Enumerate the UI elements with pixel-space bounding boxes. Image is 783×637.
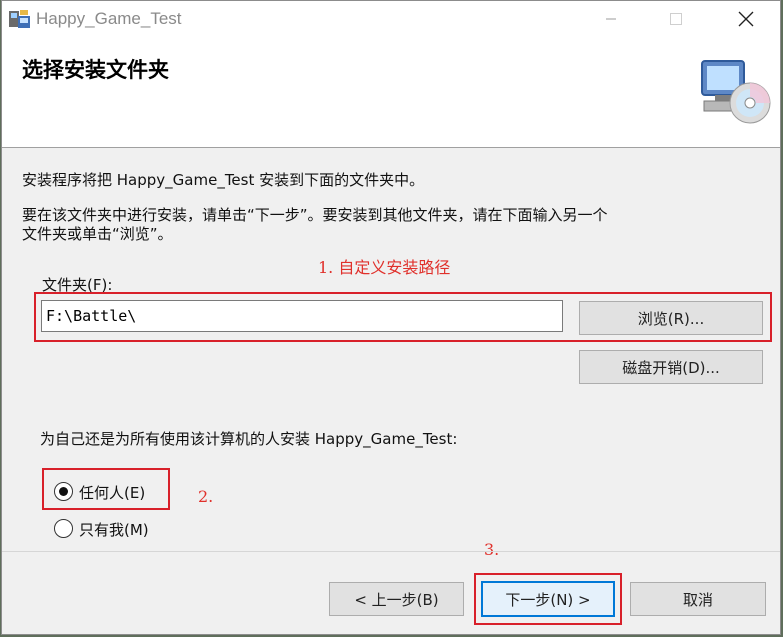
close-window-button[interactable] [723,1,769,37]
next-button[interactable]: 下一步(N) > [481,581,615,617]
intro-text-line1: 安装程序将把 Happy_Game_Test 安装到下面的文件夹中。 [22,171,425,189]
folder-path-input[interactable] [41,300,563,332]
maximize-icon [670,13,682,25]
installer-window: Happy_Game_Test 选择安装文件夹 安装程序将把 Happy_Gam… [1,0,781,635]
radio-everyone-label[interactable]: 任何人(E) [79,482,145,503]
page-title: 选择安装文件夹 [22,58,169,82]
radio-everyone[interactable] [54,482,73,501]
browse-button[interactable]: 浏览(R)... [579,301,763,335]
radio-only-me[interactable] [54,519,73,538]
window-title: Happy_Game_Test [36,9,182,28]
cancel-button[interactable]: 取消 [630,582,766,616]
radio-only-me-label[interactable]: 只有我(M) [79,519,149,540]
computer-cd-icon [701,60,771,124]
footer-divider [2,551,780,552]
disk-cost-button[interactable]: 磁盘开销(D)... [579,350,763,384]
maximize-button[interactable] [653,1,699,37]
annotation-step-3: 3. [484,540,500,559]
wizard-header: 选择安装文件夹 [2,37,780,148]
installer-app-icon [9,10,30,28]
back-button[interactable]: < 上一步(B) [329,582,464,616]
intro-text-line2: 要在该文件夹中进行安装，请单击“下一步”。要安装到其他文件夹，请在下面输入另一个 [22,206,608,224]
annotation-custom-path: 1. 自定义安装路径 [318,258,451,277]
title-bar: Happy_Game_Test [2,1,780,37]
intro-text-line3: 文件夹或单击“浏览”。 [22,225,173,243]
minimize-button[interactable] [588,1,634,37]
annotation-step-2: 2. [198,487,214,506]
radio-selected-dot [59,487,68,496]
install-for-question: 为自己还是为所有使用该计算机的人安装 Happy_Game_Test: [40,430,458,448]
close-icon [738,11,754,27]
minimize-icon [606,18,616,20]
